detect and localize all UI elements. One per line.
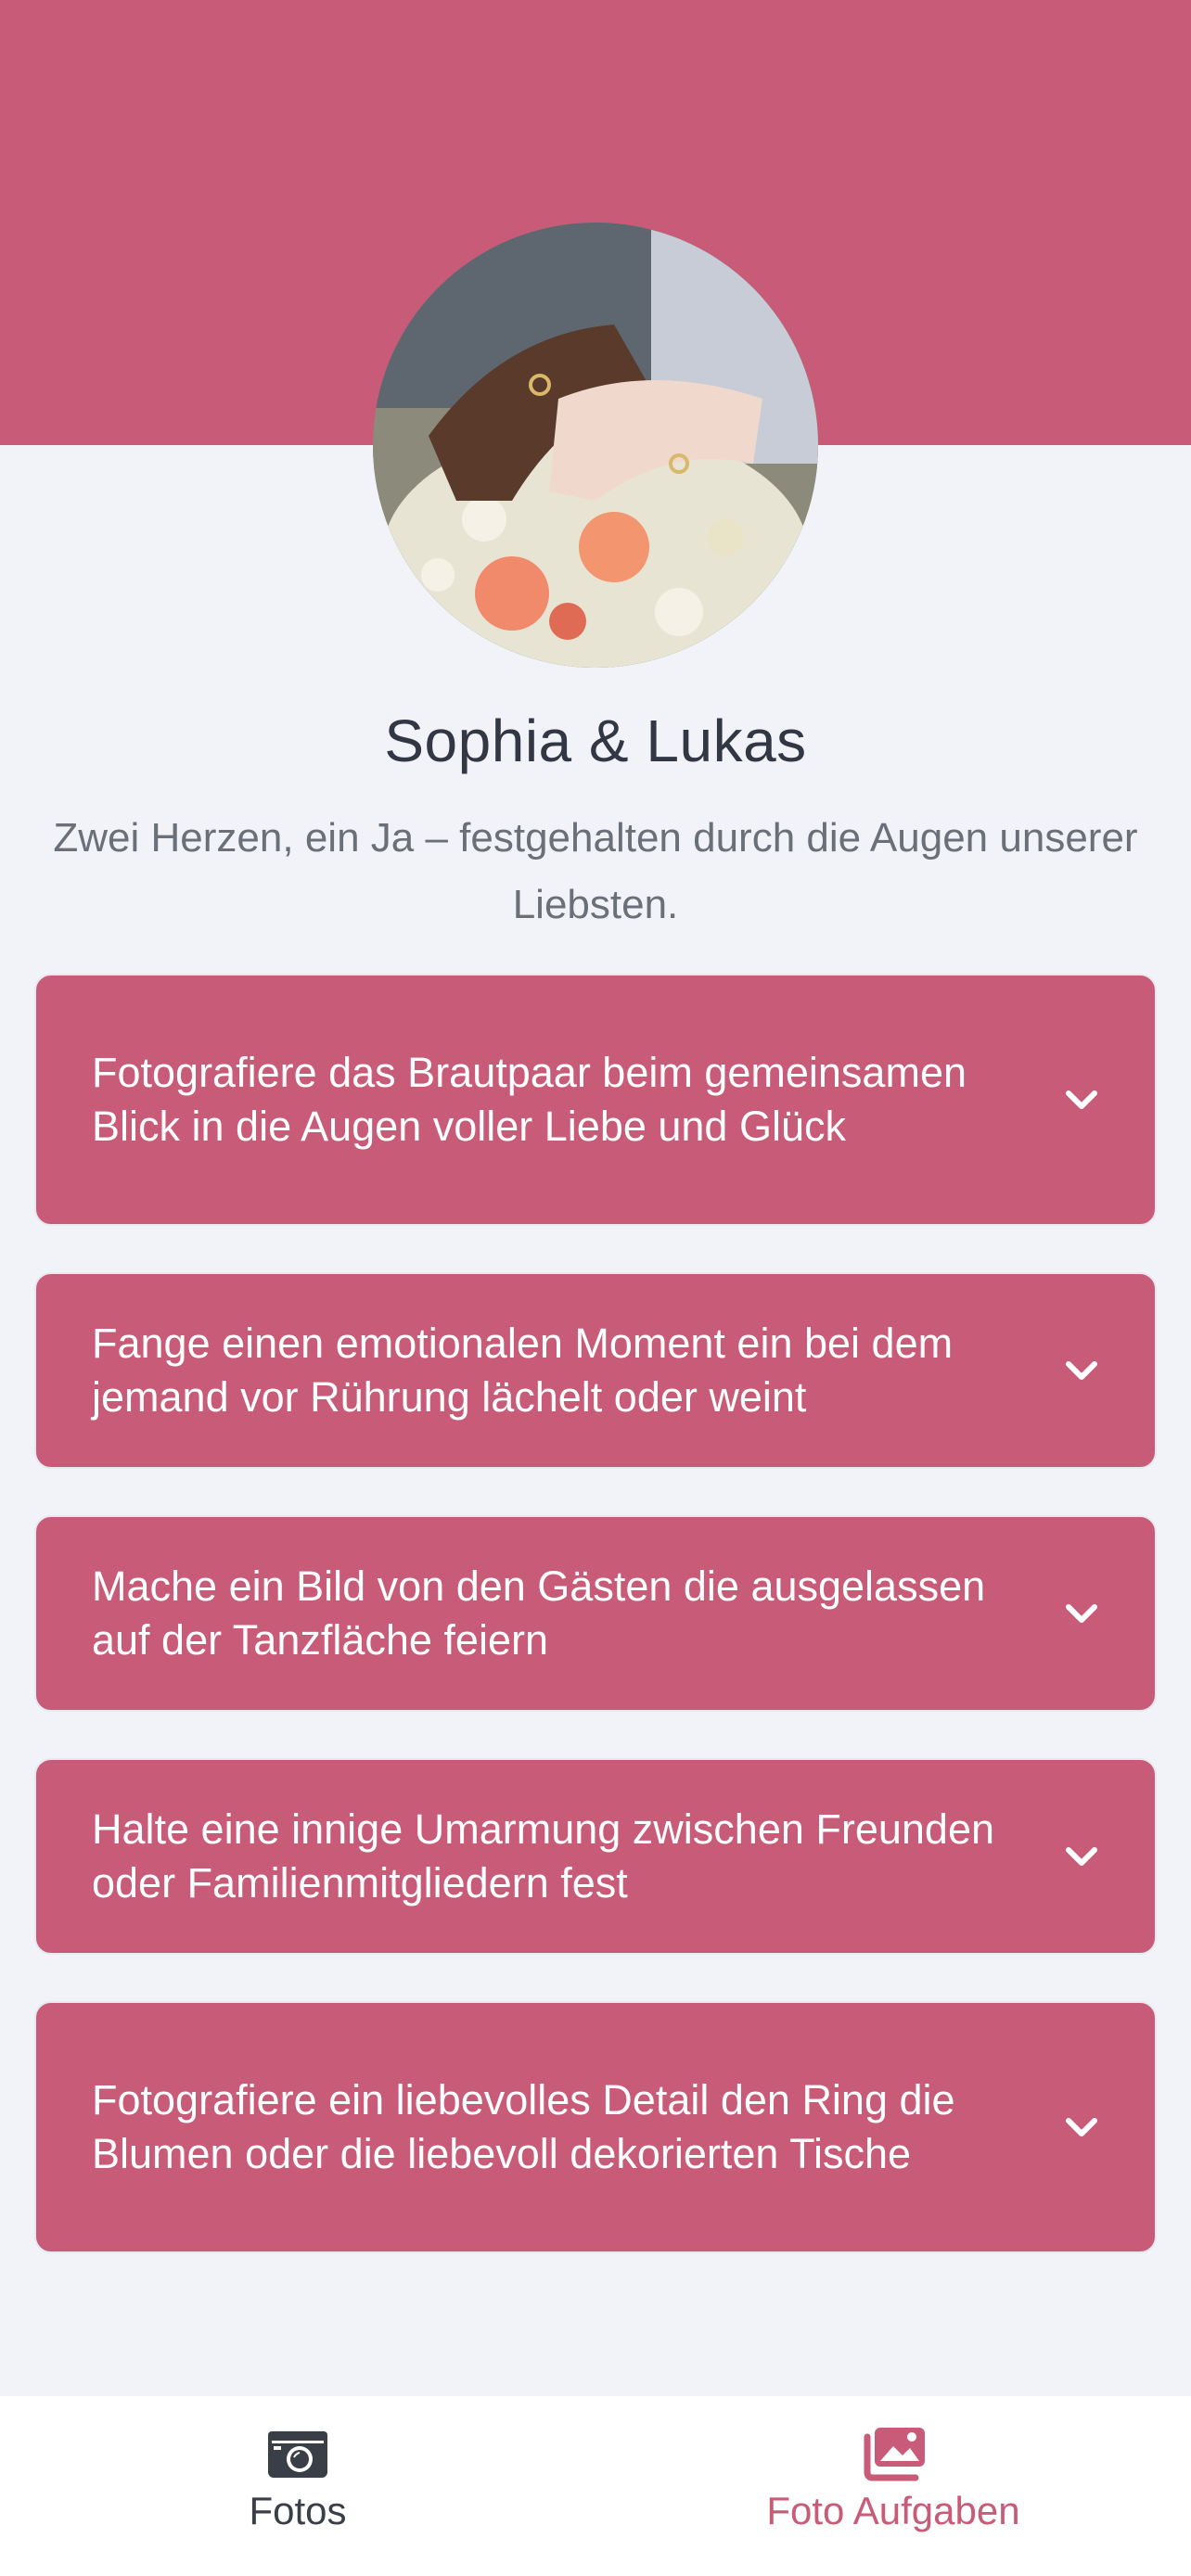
task-text: Fotografiere das Brautpaar beim gemeinsa… xyxy=(92,1049,967,1150)
task-text: Halte eine innige Umarmung zwischen Freu… xyxy=(92,1805,995,1906)
task-text: Fange einen emotionalen Moment ein bei d… xyxy=(92,1320,954,1421)
chevron-down-icon[interactable] xyxy=(1060,2106,1103,2149)
couple-name: Sophia & Lukas xyxy=(384,708,807,774)
nav-tab-foto-aufgaben[interactable]: Foto Aufgaben xyxy=(596,2396,1191,2576)
task-text: Mache ein Bild von den Gästen die ausgel… xyxy=(92,1562,986,1664)
task-card[interactable]: Fotografiere ein liebevolles Detail den … xyxy=(34,2001,1157,2253)
chevron-down-icon[interactable] xyxy=(1060,1835,1103,1878)
nav-tab-fotos[interactable]: Fotos xyxy=(0,2396,596,2576)
task-text: Fotografiere ein liebevolles Detail den … xyxy=(92,2076,955,2177)
chevron-down-icon[interactable] xyxy=(1060,1349,1103,1392)
images-icon xyxy=(858,2424,928,2483)
nav-label: Foto Aufgaben xyxy=(766,2489,1020,2532)
task-card[interactable]: Halte eine innige Umarmung zwischen Freu… xyxy=(34,1758,1157,1955)
bottom-navigation: Fotos Foto Aufgaben xyxy=(0,2396,1191,2576)
nav-label: Fotos xyxy=(249,2489,347,2532)
task-card[interactable]: Fange einen emotionalen Moment ein bei d… xyxy=(34,1272,1157,1469)
couple-avatar xyxy=(373,223,818,668)
chevron-down-icon[interactable] xyxy=(1060,1078,1103,1121)
task-card[interactable]: Fotografiere das Brautpaar beim gemeinsa… xyxy=(34,974,1157,1226)
camera-icon xyxy=(263,2424,333,2483)
tagline: Zwei Herzen, ein Ja – festgehalten durch… xyxy=(53,815,1138,927)
task-card[interactable]: Mache ein Bild von den Gästen die ausgel… xyxy=(34,1515,1157,1712)
chevron-down-icon[interactable] xyxy=(1060,1592,1103,1635)
